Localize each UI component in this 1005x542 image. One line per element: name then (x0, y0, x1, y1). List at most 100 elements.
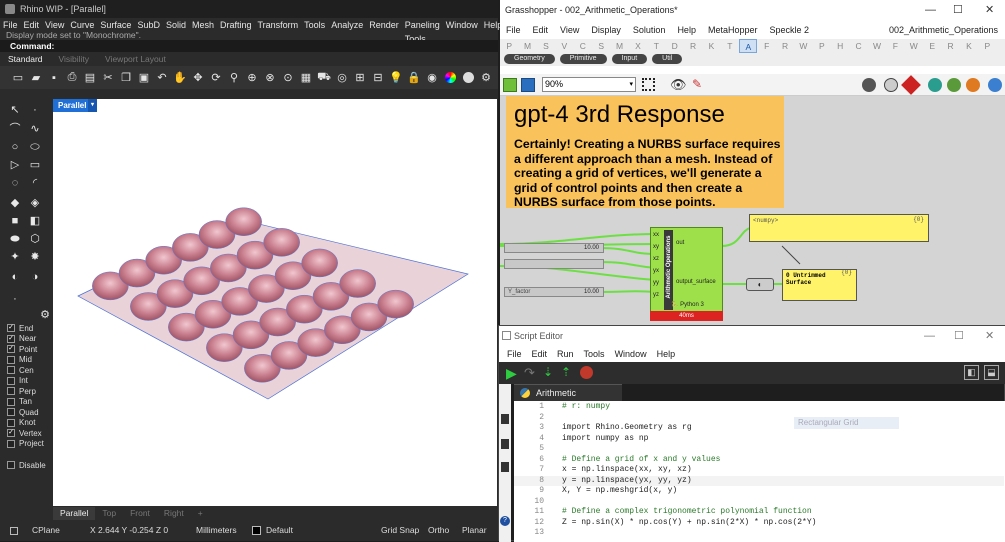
output-out[interactable]: out (676, 240, 684, 246)
number-slider-1[interactable]: 10.00 (504, 243, 604, 253)
component-tab[interactable]: M (518, 39, 536, 53)
open-file-icon[interactable] (503, 78, 517, 92)
osnap-int[interactable]: Int (7, 376, 53, 386)
component-tab[interactable]: X (629, 39, 647, 53)
component-tab[interactable]: R (776, 39, 794, 53)
preview-mesh-icon[interactable] (947, 78, 961, 92)
four-viewports-icon[interactable]: ▦ (298, 71, 314, 85)
toolbar-tab[interactable]: Visibility (51, 53, 98, 66)
component-subtab[interactable]: Geometry (504, 54, 555, 64)
component-tab[interactable]: P (813, 39, 831, 53)
viewport-tab[interactable]: Top (95, 507, 123, 520)
arithmetic-operations-component[interactable]: xx xy xz yx yy yz Arithmetic Operations out o… (650, 227, 723, 321)
rotate-view-icon[interactable]: ⟳ (208, 71, 224, 85)
component-tab[interactable]: F (757, 39, 775, 53)
osnap-checkbox[interactable]: ✓ (7, 345, 15, 353)
sphere-render-icon[interactable] (460, 71, 476, 85)
osnap-checkbox[interactable] (7, 376, 15, 385)
rhino-viewport[interactable] (53, 99, 497, 506)
print-icon[interactable]: ⎙ (64, 71, 80, 85)
osnap-checkbox[interactable] (7, 418, 15, 427)
search-icon[interactable] (501, 439, 509, 449)
se-minimize-icon[interactable]: — (924, 326, 935, 346)
component-tab[interactable]: V (555, 39, 573, 53)
viewport-tab[interactable]: Parallel (53, 507, 96, 520)
editor-tab-arithmetic-operations[interactable]: Arithmetic Operations (514, 384, 622, 415)
se-maximize-icon[interactable]: ☐ (954, 326, 964, 346)
pan-hand-icon[interactable]: ✋ (172, 71, 188, 85)
grasshopper-menu-item[interactable]: MetaHopper (702, 22, 764, 38)
preview-off-icon[interactable] (901, 75, 921, 95)
grasshopper-menu-item[interactable]: View (554, 22, 585, 38)
zoom-dropdown[interactable]: 90% ▾ (542, 77, 636, 92)
grasshopper-canvas[interactable]: gpt-4 3rd Response Certainly! Creating a… (500, 96, 1005, 325)
component-tab[interactable]: K (960, 39, 978, 53)
toolbar-tab[interactable]: Standard (0, 53, 51, 66)
save-icon[interactable]: ▪ (46, 71, 62, 85)
component-tab[interactable]: S (592, 39, 610, 53)
se-close-icon[interactable]: ✕ (985, 326, 994, 346)
osnap-checkbox[interactable] (7, 366, 15, 374)
osnap-near[interactable]: ✓ Near (7, 334, 53, 344)
grasshopper-menu-item[interactable]: Speckle 2 (763, 22, 815, 38)
osnap-tan[interactable]: Tan (7, 397, 53, 407)
solid-icon[interactable]: ■ (8, 214, 22, 228)
component-tab[interactable]: R (684, 39, 702, 53)
sketch-pen-icon[interactable]: ✎ (692, 77, 702, 91)
script-editor-menu-item[interactable]: Edit (527, 346, 553, 362)
ellipse-icon[interactable]: ⬭ (28, 140, 42, 154)
component-tab[interactable]: E (923, 39, 941, 53)
viewport-tab[interactable]: + (191, 507, 210, 520)
component-tab[interactable]: R (941, 39, 959, 53)
component-tab[interactable]: D (666, 39, 684, 53)
zoom-window-icon[interactable]: ⊕ (244, 71, 260, 85)
script-editor-menu-item[interactable]: Run (552, 346, 579, 362)
script-editor-menu-item[interactable]: Tools (579, 346, 610, 362)
osnap-end[interactable]: ✓ End (7, 323, 53, 333)
panel-left-icon[interactable]: ◧ (964, 365, 979, 380)
maximize-icon[interactable]: ☐ (953, 0, 963, 20)
material-icon[interactable]: ◉ (424, 71, 440, 85)
arc-tool-icon[interactable]: ◜ (28, 176, 42, 190)
osnap-vertex[interactable]: ✓ Vertex (7, 428, 53, 438)
component-subtab[interactable]: Input (611, 54, 648, 64)
surface-edit-icon[interactable]: ◈ (28, 196, 42, 210)
disable-checkbox[interactable] (7, 461, 15, 469)
import-icon[interactable]: ▤ (82, 71, 98, 85)
osnap-cen[interactable]: Cen (7, 365, 53, 375)
color-wheel-icon[interactable] (442, 71, 458, 85)
undo-icon[interactable]: ↶ (154, 71, 170, 85)
arc-icon[interactable]: ◌ (8, 176, 22, 190)
component-input-xz[interactable]: xz (653, 256, 659, 262)
viewport-tab[interactable]: Right (157, 507, 191, 520)
component-tab[interactable]: H (831, 39, 849, 53)
osnap-checkbox[interactable] (7, 355, 15, 364)
lock-icon[interactable]: 🔒 (406, 71, 422, 85)
component-input-yx[interactable]: yx (653, 268, 659, 274)
osnap-checkbox[interactable]: ✓ (7, 429, 15, 437)
light-icon[interactable]: 💡 (388, 71, 404, 85)
osnap-perp[interactable]: Perp (7, 386, 53, 396)
zoom-icon[interactable]: ⚲ (226, 71, 242, 85)
polygon-icon[interactable]: ▷ (8, 158, 22, 172)
toolbar-tab[interactable]: Viewport Layout (97, 53, 174, 66)
grasshopper-menu-item[interactable]: Display (585, 22, 627, 38)
close-icon[interactable]: ✕ (985, 0, 994, 20)
selection-filter-icon[interactable] (642, 78, 655, 91)
layer-color-swatch[interactable] (252, 526, 261, 535)
cplane-icon[interactable]: ⊞ (352, 71, 368, 85)
zoom-extents-icon[interactable]: ⊗ (262, 71, 278, 85)
output-panel-surface[interactable]: 0 Untrimmed Surface {0} (782, 269, 857, 301)
car-render-icon[interactable]: ⛟ (316, 71, 332, 85)
zoom-selected-icon[interactable]: ⊙ (280, 71, 296, 85)
script-editor-menu-item[interactable]: Window (610, 346, 652, 362)
osnap-settings-icon[interactable]: ⚙ (38, 308, 52, 322)
osnap-disable[interactable]: Disable (7, 460, 53, 470)
osnap-mid[interactable]: Mid (7, 355, 53, 365)
rhino-menu-item[interactable]: Render (366, 18, 402, 32)
open-folder-icon[interactable]: ▰ (28, 71, 44, 85)
polyline-icon[interactable]: ⌒ (8, 122, 22, 136)
solid-edit-icon[interactable]: ◧ (28, 214, 42, 228)
component-subtab[interactable]: Primitive (559, 54, 607, 64)
cylinder-icon[interactable]: ⬬ (8, 232, 22, 246)
